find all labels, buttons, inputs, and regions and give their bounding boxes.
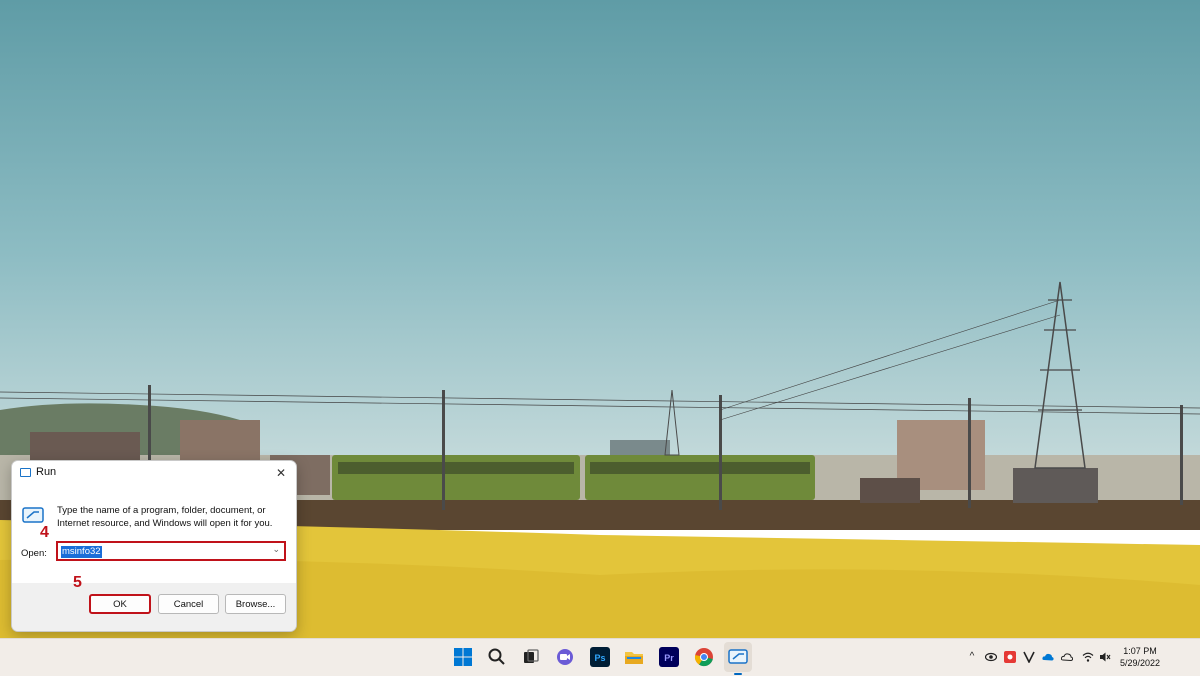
photoshop-icon[interactable]: Ps [590, 647, 610, 667]
system-clock[interactable]: 1:07 PM 5/29/2022 [1112, 645, 1168, 669]
tray-chevron-icon[interactable]: ^ [966, 651, 978, 663]
run-body: Type the name of a program, folder, docu… [12, 485, 296, 583]
chat-icon[interactable] [555, 647, 575, 667]
photoshop-label: Ps [594, 653, 605, 663]
wifi-icon[interactable] [1082, 651, 1094, 663]
file-explorer-icon[interactable] [624, 647, 644, 667]
vpn-icon[interactable] [1023, 651, 1035, 663]
premiere-label: Pr [664, 653, 674, 663]
record-icon[interactable] [1004, 651, 1016, 663]
run-description: Type the name of a program, folder, docu… [57, 505, 273, 529]
run-dialog-title: Run [36, 466, 57, 478]
search-icon[interactable] [487, 647, 507, 667]
run-app-icon[interactable] [728, 647, 748, 667]
windows-start-icon[interactable] [453, 647, 473, 667]
step-5-marker: 5 [73, 574, 82, 591]
chevron-down-icon[interactable]: ⌄ [272, 544, 280, 555]
browse-button[interactable]: Browse... [225, 594, 286, 614]
clock-date: 5/29/2022 [1119, 658, 1161, 668]
clock-time: 1:07 PM [1123, 646, 1157, 656]
step-4-marker: 4 [40, 524, 49, 541]
ok-button[interactable]: OK [89, 594, 151, 614]
onedrive-icon[interactable] [1042, 651, 1054, 663]
run-footer: OK Cancel Browse... [12, 583, 296, 631]
run-dialog: Run ✕ Type the name of a program, folder… [11, 460, 297, 632]
cloud-icon[interactable] [1061, 651, 1073, 663]
volume-muted-icon[interactable] [1099, 651, 1111, 663]
run-titlebar[interactable]: Run ✕ [12, 461, 296, 485]
taskbar: Ps Pr ^ 1:07 PM 5/29/2022 [0, 638, 1200, 676]
eye-icon[interactable] [985, 651, 997, 663]
close-button[interactable]: ✕ [266, 461, 296, 485]
open-input-value[interactable]: msinfo32 [61, 546, 102, 558]
task-view-icon[interactable] [521, 647, 541, 667]
open-combobox[interactable]: msinfo32 ⌄ [56, 541, 286, 561]
run-program-icon [22, 507, 44, 523]
run-app-icon [20, 468, 31, 477]
cancel-button[interactable]: Cancel [158, 594, 219, 614]
chrome-icon[interactable] [694, 647, 714, 667]
premiere-icon[interactable]: Pr [659, 647, 679, 667]
open-label: Open: [21, 548, 47, 559]
